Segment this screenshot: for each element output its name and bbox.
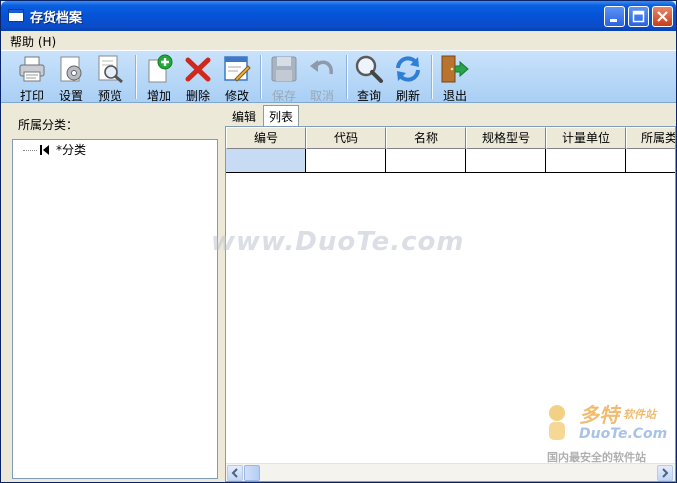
maximize-button[interactable] (628, 6, 649, 27)
close-button[interactable] (652, 6, 673, 27)
watermark-logo-domain: DuoTe.Com (579, 426, 668, 442)
refresh-button[interactable]: 刷新 (390, 53, 426, 103)
grid-cell[interactable] (226, 149, 306, 173)
edit-icon (224, 56, 251, 82)
title-bar[interactable]: 存货档案 (1, 1, 676, 31)
watermark-slogan: 国内最安全的软件站 (547, 451, 646, 464)
column-header[interactable]: 计量单位 (546, 127, 626, 149)
preview-icon (98, 55, 123, 84)
column-header[interactable]: 名称 (386, 127, 466, 149)
tree-connector (23, 150, 37, 151)
tab-list[interactable]: 列表 (263, 105, 300, 126)
print-label: 打印 (19, 89, 44, 103)
watermark-logo: 多特 软件站 DuoTe.Com 国内最安全的软件站 (541, 399, 676, 469)
tree-node-all-categories[interactable]: *分类 (56, 141, 86, 158)
grid-cell[interactable] (626, 149, 675, 173)
floppy-icon (271, 56, 297, 82)
print-button[interactable]: 打印 (14, 53, 50, 103)
cancel-button[interactable]: 取消 (304, 53, 340, 103)
window-icon (8, 9, 24, 22)
exit-door-icon (441, 55, 469, 83)
preview-label: 预览 (97, 89, 122, 103)
delete-button[interactable]: 删除 (180, 53, 216, 103)
minimize-button[interactable] (604, 6, 625, 27)
exit-button[interactable]: 退出 (437, 53, 473, 103)
refresh-icon (396, 56, 420, 82)
toolbar: 打印 设置 预览 增加 删除 修改 保存 取消 查询 刷新 退出 (1, 50, 676, 103)
column-header[interactable]: 编号 (226, 127, 306, 149)
delete-icon (185, 57, 211, 82)
query-label: 查询 (356, 89, 381, 103)
printer-icon (19, 56, 45, 82)
grid-cell[interactable] (466, 149, 546, 173)
query-button[interactable]: 查询 (351, 53, 387, 103)
settings-label: 设置 (58, 89, 83, 103)
watermark-logo-subtitle: 软件站 (623, 408, 656, 421)
menu-bar: 帮助 (H) (1, 31, 676, 50)
exit-label: 退出 (442, 89, 467, 103)
column-header[interactable]: 所属类 (626, 127, 675, 149)
column-header[interactable]: 规格型号 (466, 127, 546, 149)
save-button[interactable]: 保存 (266, 53, 302, 103)
undo-icon (310, 60, 333, 75)
window-title: 存货档案 (30, 11, 83, 26)
arrow-left-icon (231, 468, 238, 478)
grid-cell[interactable] (306, 149, 386, 173)
main-window: 存货档案 帮助 (H) 打印 设置 预览 增加 删除 修改 保存 取消 查询 刷… (0, 0, 677, 483)
maximize-icon (632, 10, 645, 23)
minimize-icon (610, 19, 617, 22)
close-icon (657, 11, 668, 22)
modify-label: 修改 (224, 89, 249, 103)
cancel-label: 取消 (309, 89, 334, 103)
watermark-text: www.DuoTe.com (211, 227, 465, 257)
mascot-icon (549, 405, 565, 440)
delete-label: 删除 (185, 89, 210, 103)
watermark-logo-title: 多特 (579, 403, 619, 427)
grid-cell[interactable] (386, 149, 466, 173)
category-panel: 所属分类： *分类 (1, 104, 222, 482)
add-label: 增加 (146, 89, 171, 103)
category-label: 所属分类： (18, 118, 79, 132)
column-header[interactable]: 代码 (306, 127, 386, 149)
refresh-label: 刷新 (395, 89, 420, 103)
scroll-left-button[interactable] (227, 465, 243, 481)
preview-button[interactable]: 预览 (92, 53, 128, 103)
category-tree[interactable]: *分类 (12, 139, 218, 479)
add-button[interactable]: 增加 (141, 53, 177, 103)
magnifier-icon (355, 55, 383, 83)
grid-cell[interactable] (546, 149, 626, 173)
scroll-thumb[interactable] (244, 465, 260, 481)
add-icon (148, 54, 173, 83)
modify-button[interactable]: 修改 (219, 53, 255, 103)
first-record-icon (40, 145, 49, 155)
settings-icon (60, 56, 82, 82)
tab-edit[interactable]: 编辑 (227, 106, 261, 125)
menu-help[interactable]: 帮助 (H) (10, 33, 56, 50)
settings-button[interactable]: 设置 (53, 53, 89, 103)
